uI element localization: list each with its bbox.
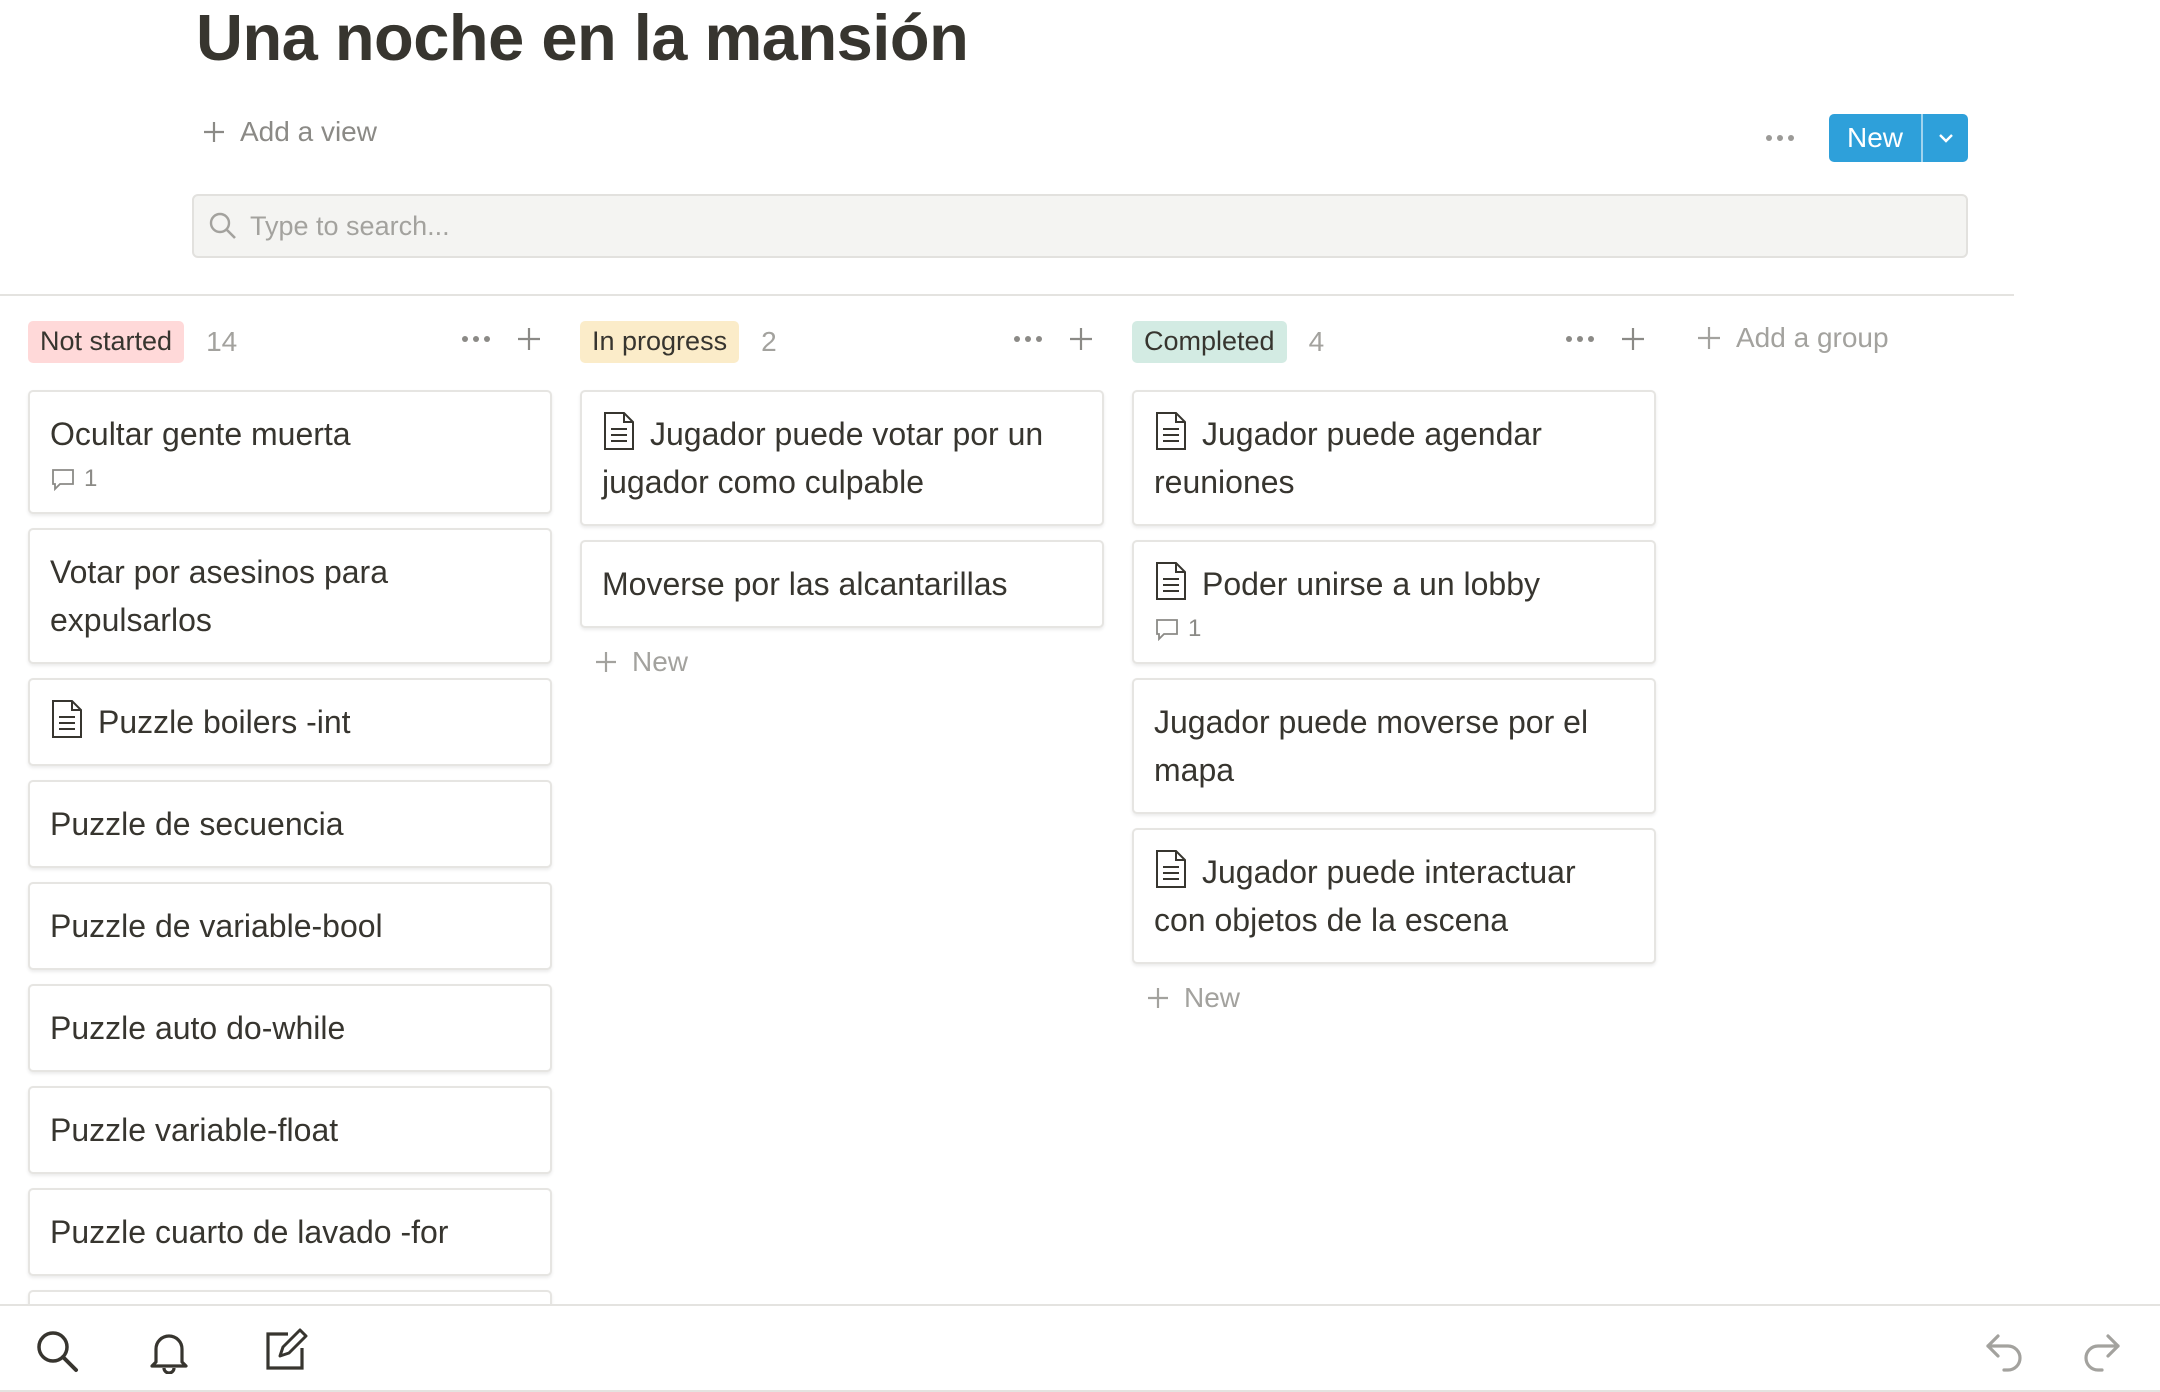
board-card[interactable]: Puzzle de variable-bool [28, 882, 552, 970]
plus-icon [1148, 988, 1168, 1008]
new-button[interactable]: New [1829, 114, 1921, 162]
board-column-in-progress: In progress 2 Jugador puede votar por un… [580, 318, 1104, 678]
board-card[interactable]: Puzzle de secuencia [28, 780, 552, 868]
board-card[interactable]: Puzzle variable-float [28, 1086, 552, 1174]
board-card[interactable]: Ocultar gente muerta 1 [28, 390, 552, 514]
document-icon [52, 700, 82, 738]
card-title: Puzzle boilers -int [98, 704, 351, 740]
board-column-completed: Completed 4 Jugador puede agendar reunio… [1132, 318, 1656, 1014]
undo-icon[interactable] [1982, 1328, 2028, 1374]
add-group-label: Add a group [1736, 322, 1889, 353]
status-badge[interactable]: Not started [28, 321, 185, 363]
board-card[interactable]: Jugador puede votar por un jugador como … [580, 390, 1104, 526]
document-icon [604, 412, 634, 450]
column-header: Not started 14 [28, 318, 552, 366]
comment-count: 1 [50, 464, 530, 494]
compose-icon[interactable] [262, 1328, 308, 1374]
column-count: 2 [761, 326, 777, 357]
board-card[interactable]: Puzzle cuarto de lavado -for [28, 1188, 552, 1276]
add-new-label: New [632, 646, 689, 677]
search-icon [209, 212, 236, 239]
add-new-card-button[interactable]: New [580, 646, 1104, 678]
more-options-icon[interactable] [1766, 122, 1794, 154]
column-more-icon[interactable] [1014, 336, 1042, 342]
column-header: In progress 2 [580, 318, 1104, 366]
search-input[interactable] [250, 210, 1850, 242]
new-button-group: New [1829, 114, 1968, 162]
page-title: Una noche en la mansión [196, 1, 969, 74]
board-column-not-started: Not started 14 Ocultar gente muerta 1 Vo… [28, 318, 552, 1344]
search-bar [192, 194, 1968, 258]
comment-icon [52, 469, 74, 491]
bottom-toolbar [0, 1304, 2160, 1392]
column-count: 14 [206, 326, 238, 357]
add-card-icon[interactable] [516, 326, 542, 352]
card-title: Moverse por las alcantarillas [602, 566, 1008, 602]
plus-icon [204, 122, 224, 142]
board-card[interactable]: Jugador puede agendar reuniones [1132, 390, 1656, 526]
add-view-button[interactable]: Add a view [202, 116, 377, 148]
document-icon [1156, 562, 1186, 600]
card-title: Jugador puede votar por un jugador como … [602, 416, 1044, 500]
card-title: Votar por asesinos para expulsarlos [50, 554, 388, 638]
divider [0, 294, 2014, 296]
status-badge[interactable]: Completed [1132, 321, 1287, 363]
document-icon [1156, 850, 1186, 888]
board-card[interactable]: Moverse por las alcantarillas [580, 540, 1104, 628]
add-card-icon[interactable] [1068, 326, 1094, 352]
card-title: Ocultar gente muerta [50, 416, 351, 452]
plus-icon [596, 652, 616, 672]
card-title: Jugador puede interactuar con objetos de… [1154, 854, 1576, 938]
column-header: Completed 4 [1132, 318, 1656, 366]
comment-count: 1 [1154, 614, 1634, 644]
card-title: Puzzle cuarto de lavado -for [50, 1214, 449, 1250]
chevron-down-icon [1938, 134, 1953, 143]
card-title: Jugador puede moverse por el mapa [1154, 704, 1589, 788]
add-card-icon[interactable] [1620, 326, 1646, 352]
board-card[interactable]: Poder unirse a un lobby 1 [1132, 540, 1656, 664]
add-group-button[interactable]: Add a group [1696, 322, 1889, 354]
column-more-icon[interactable] [462, 336, 490, 342]
new-dropdown-button[interactable] [1923, 114, 1968, 162]
document-icon [1156, 412, 1186, 450]
card-title: Puzzle variable-float [50, 1112, 339, 1148]
add-new-card-button[interactable]: New [1132, 982, 1656, 1014]
add-view-label: Add a view [240, 116, 377, 147]
status-badge[interactable]: In progress [580, 321, 740, 363]
board-card[interactable]: Votar por asesinos para expulsarlos [28, 528, 552, 664]
card-title: Poder unirse a un lobby [1202, 566, 1540, 602]
card-title: Puzzle auto do-while [50, 1010, 346, 1046]
redo-icon[interactable] [2078, 1328, 2124, 1374]
plus-icon [1698, 327, 1720, 349]
add-new-label: New [1184, 982, 1241, 1013]
search-icon[interactable] [34, 1328, 80, 1374]
board-card[interactable]: Puzzle auto do-while [28, 984, 552, 1072]
card-title: Puzzle de variable-bool [50, 908, 383, 944]
bell-icon[interactable] [146, 1328, 192, 1374]
column-more-icon[interactable] [1566, 336, 1594, 342]
board-card[interactable]: Puzzle boilers -int [28, 678, 552, 766]
comment-icon [1156, 619, 1178, 641]
board-card[interactable]: Jugador puede moverse por el mapa [1132, 678, 1656, 814]
card-title: Jugador puede agendar reuniones [1154, 416, 1542, 500]
column-count: 4 [1308, 326, 1325, 357]
card-title: Puzzle de secuencia [50, 806, 344, 842]
board-card[interactable]: Jugador puede interactuar con objetos de… [1132, 828, 1656, 964]
